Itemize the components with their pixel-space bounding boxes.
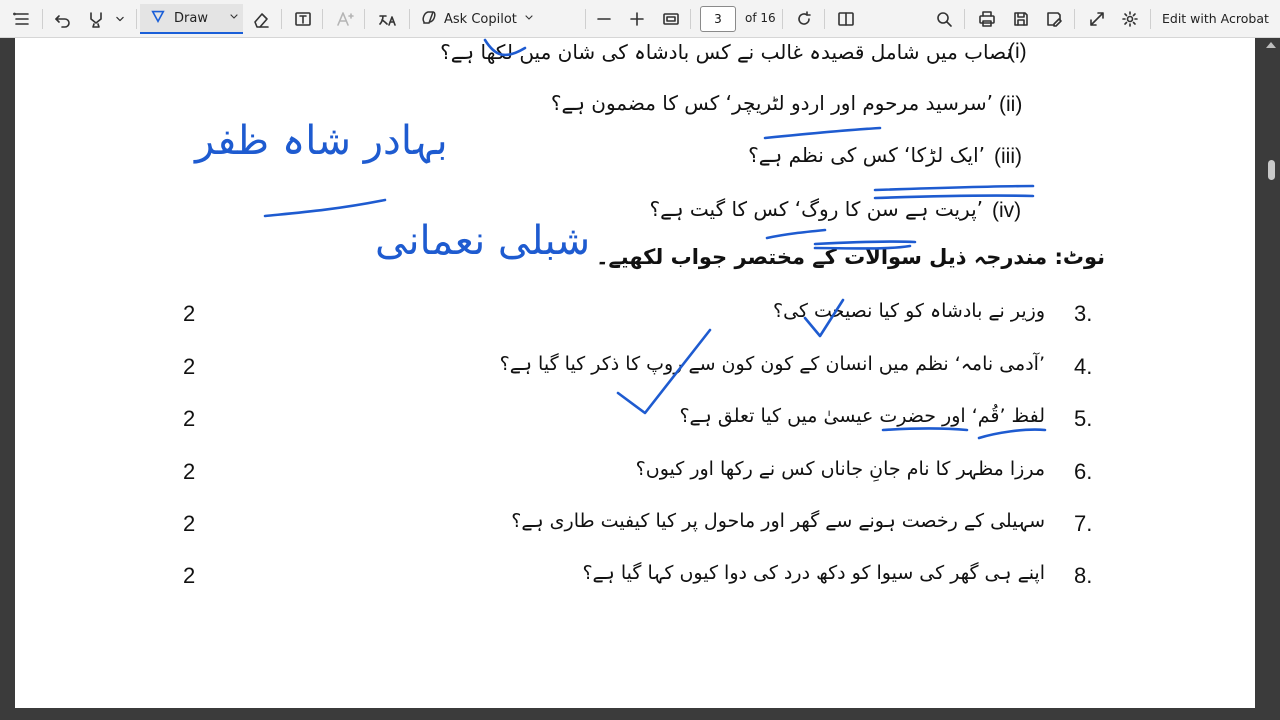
gear-icon[interactable]: [1119, 7, 1141, 31]
question-number: 6.: [1074, 459, 1093, 484]
save-as-icon[interactable]: [1043, 7, 1065, 31]
question-text: وزیر نے بادشاہ کو کیا نصیحت کی؟: [773, 300, 1045, 322]
draw-label: Draw: [174, 10, 208, 26]
item-label: (ii): [999, 93, 1023, 116]
ink-underline: [977, 428, 1047, 440]
handwritten-answer: شبلی نعمانی: [375, 218, 591, 264]
ask-copilot-button[interactable]: Ask Copilot: [420, 7, 535, 31]
chevron-down-icon: [523, 11, 535, 27]
question-marks: 2: [183, 301, 196, 326]
ink-underline: [881, 427, 969, 432]
item-label: (iii): [994, 145, 1022, 168]
question-marks: 2: [183, 406, 196, 431]
undo-icon[interactable]: [53, 7, 73, 31]
item-text: ’سرسید مرحوم اور اردو لٹریچر‘ کس کا مضمو…: [550, 91, 993, 115]
item-label: (iv): [992, 199, 1022, 222]
scroll-up-icon[interactable]: [1266, 42, 1276, 48]
question-marks: 2: [183, 563, 196, 588]
question-marks: 2: [183, 459, 196, 484]
copilot-label: Ask Copilot: [444, 11, 517, 27]
ink-underline: [763, 126, 882, 140]
question-text: ’آدمی نامہ‘ نظم میں انسان کے کون کون سے …: [499, 353, 1045, 375]
eraser-icon[interactable]: [250, 7, 272, 31]
ink-underline: [813, 240, 917, 246]
highlight-icon[interactable]: [85, 7, 107, 31]
font-size-icon: [334, 7, 356, 31]
ink-underline: [873, 184, 1035, 192]
search-icon[interactable]: [934, 7, 954, 31]
question-marks: 2: [183, 511, 196, 536]
ink-underline: [765, 228, 827, 240]
handwritten-answer: بہادر شاہ ظفر: [195, 118, 448, 164]
chevron-down-icon: [228, 10, 240, 26]
copilot-icon: [420, 8, 438, 30]
question-text: لفظ ’قُم‘ اور حضرت عیسیٰ میں کیا تعلق ہے…: [679, 405, 1045, 427]
read-aloud-icon[interactable]: [375, 7, 399, 31]
item-text: ’پریت ہے سن کا روگ‘ کس کا گیت ہے؟: [649, 197, 983, 221]
print-icon[interactable]: [976, 7, 998, 31]
highlight-dropdown-icon[interactable]: [113, 7, 127, 31]
question-number: 7.: [1074, 511, 1093, 536]
question-text: سہیلی کے رخصت ہونے سے گھر اور ماحول پر ک…: [511, 510, 1045, 532]
question-text: مرزا مظہر کا نام جانِ جاناں کس نے رکھا ا…: [635, 458, 1045, 480]
question-marks: 2: [183, 354, 196, 379]
item-text: نصاب میں شامل قصیدہ غالب نے کس بادشاہ کی…: [440, 40, 1012, 64]
question-number: 4.: [1074, 354, 1093, 379]
page-number-input[interactable]: 3: [700, 6, 736, 32]
question-number: 5.: [1074, 406, 1093, 431]
zoom-out-icon[interactable]: [595, 7, 613, 31]
zoom-in-icon[interactable]: [628, 7, 646, 31]
instructions-note: نوٹ: مندرجہ ذیل سوالات کے مختصر جواب لکھ…: [596, 245, 1105, 269]
edit-with-acrobat-button[interactable]: Edit with Acrobat: [1162, 11, 1269, 26]
fullscreen-icon[interactable]: [1086, 7, 1108, 31]
toolbar: Draw Ask Copilot 3 of 16 Edit with Acrob…: [0, 0, 1280, 38]
pdf-page: (i) نصاب میں شامل قصیدہ غالب نے کس بادشا…: [15, 38, 1255, 708]
page-view-icon[interactable]: [835, 7, 857, 31]
draw-button[interactable]: Draw: [140, 4, 243, 34]
fit-page-icon[interactable]: [661, 7, 681, 31]
question-number: 3.: [1074, 301, 1093, 326]
question-number: 8.: [1074, 563, 1093, 588]
rotate-icon[interactable]: [793, 7, 815, 31]
text-box-icon[interactable]: [292, 7, 314, 31]
draw-icon: [150, 8, 166, 28]
contents-icon[interactable]: [12, 7, 32, 31]
save-icon[interactable]: [1010, 7, 1032, 31]
scrollbar[interactable]: [1262, 38, 1280, 720]
scrollbar-thumb[interactable]: [1268, 160, 1275, 180]
page-total: of 16: [745, 11, 776, 25]
ink-underline: [263, 198, 387, 218]
question-text: اپنے ہی گھر کی سیوا کو دکھ درد کی دوا کی…: [582, 562, 1045, 584]
item-text: ’ایک لڑکا‘ کس کی نظم ہے؟: [748, 143, 985, 167]
